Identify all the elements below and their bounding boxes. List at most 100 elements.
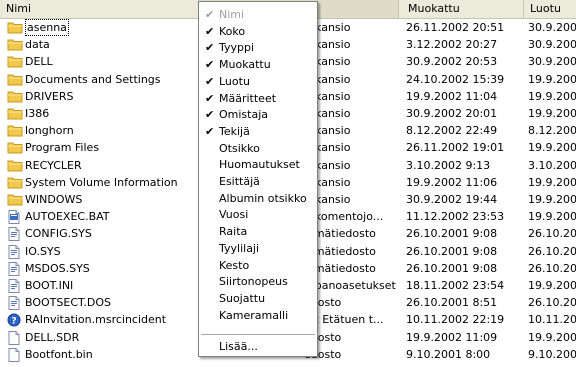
file-type: edosto [304,330,342,344]
file-name: DELL.SDR [25,330,80,344]
menu-item-column: ✔ Nimi [199,6,317,23]
menu-item-label: Tyyppi [219,41,255,55]
file-name: IO.SYS [25,244,61,258]
file-type: edosto [304,296,342,310]
file-created: 19.9.2002 [528,107,576,120]
menu-item-column[interactable]: ✔ Tyyppi [199,39,317,56]
file-name: CONFIG.SYS [25,227,92,241]
sys-file-icon [7,261,23,276]
menu-item-column[interactable]: Raita [199,223,317,240]
file-created: 19.9.2002 [528,175,576,189]
file-modified: 11.12.2002 23:53 [406,210,505,224]
file-modified: 26.11.2002 19:01 [406,141,505,155]
folder-icon [7,73,23,86]
file-created: 8.12.2002 [528,124,576,138]
file-type: S-komentojo... [304,210,384,224]
folder-icon [7,159,23,172]
menu-item-label: Siirtonopeus [219,275,288,289]
folder-icon [7,193,23,206]
file-type: elmätiedosto [304,261,376,275]
file-created: 19.9.2002 [528,193,576,206]
folder-icon [7,55,23,68]
column-header-created[interactable]: Luotu [524,0,576,18]
file-name: System Volume Information [25,175,178,189]
file-name: I386 [25,107,50,120]
menu-item-label: Huomautukset [219,158,300,172]
file-name: RECYCLER [25,158,82,172]
menu-item-label: Kameramalli [219,308,289,322]
menu-item-column[interactable]: Otsikko [199,140,317,157]
column-header-name[interactable]: Nimi [0,0,199,18]
checkmark-icon: ✔ [205,91,215,105]
file-modified: 26.11.2002 20:51 [406,21,505,34]
menu-item-label: Esittäjä [219,175,260,188]
file-name: DELL [25,55,53,69]
ini-file-icon [7,279,23,293]
file-type: tokansio [304,124,351,138]
menu-item-column[interactable]: ✔ Määritteet [199,90,317,107]
file-created: 26.10.2001 [528,296,576,310]
menu-item-label: Raita [219,225,248,239]
file-type: elmätiedosto [304,227,376,241]
file-name: Program Files [25,141,100,155]
menu-item-label: Otsikko [219,141,260,155]
menu-item-column[interactable]: ✔ Luotu [199,73,317,90]
file-name: longhorn [25,124,74,138]
file-type: tokansio [304,193,351,206]
checkmark-icon: ✔ [205,41,215,55]
file-type: tokansio [304,175,351,189]
menu-item-label: Määritteet [219,91,277,105]
file-name: WINDOWS [25,193,83,206]
file-modified: 3.12.2002 20:27 [406,38,498,52]
file-modified: 10.11.2002 22:19 [406,313,505,327]
menu-item-label: Omistaja [219,108,269,122]
checkmark-icon: ✔ [205,58,215,72]
menu-item-column[interactable]: Kesto [199,257,317,274]
column-header-modified[interactable]: Muokattu [402,0,524,18]
file-type: elmätiedosto [304,244,376,258]
menu-item-more[interactable]: Lisää... [199,338,317,355]
menu-item-column[interactable]: ✔ Omistaja [199,106,317,123]
file-name: BOOT.INI [25,279,74,292]
folder-icon [7,176,23,189]
file-created: 19.9.2002 [528,72,576,86]
folder-icon [7,90,23,103]
menu-item-column[interactable]: ✔ Muokattu [199,56,317,73]
menu-item-column[interactable]: Albumin otsikko [199,190,317,207]
menu-item-label: Suojattu [219,291,266,305]
file-created: 9.10.2001 [528,347,576,361]
folder-icon [7,38,23,51]
menu-item-column[interactable]: ✔ Tekijä [199,123,317,140]
file-modified: 9.10.2001 8:00 [406,347,491,361]
file-modified: 30.9.2002 19:44 [406,193,498,206]
file-type: tokansio [304,89,351,103]
file-type: tokansio [304,107,351,120]
file-created: 26.10.2001 [528,227,576,241]
file-modified: 26.10.2001 9:08 [406,261,498,275]
menu-item-column[interactable]: Suojattu [199,290,317,307]
file-name: BOOTSECT.DOS [25,296,112,310]
file-created: 19.9.2002 [528,89,576,103]
menu-item-label: Nimi [219,8,245,21]
file-type: mpanoasetukset [304,279,396,292]
file-modified: 30.9.2002 20:53 [406,55,498,69]
sys-file-icon [7,244,23,259]
menu-item-column[interactable]: Siirtonopeus [199,273,317,290]
column-chooser-menu: ✔ Nimi ✔ Koko ✔ Tyyppi ✔ Muokattu ✔ Luotu ✔ Määritt… [198,1,318,357]
file-modified: 26.10.2001 9:08 [406,244,498,258]
menu-item-column[interactable]: Vuosi [199,206,317,223]
menu-item-column[interactable]: Kameramalli [199,307,317,324]
file-created: 26.10.2001 [528,261,576,275]
menu-item-column[interactable]: Esittäjä [199,173,317,190]
file-modified: 8.12.2002 22:49 [406,124,498,138]
menu-item-column[interactable]: Huomautukset [199,156,317,173]
folder-icon [7,107,23,120]
file-created: 30.9.2002 [528,21,576,34]
file-modified: 26.10.2001 8:51 [406,296,498,310]
menu-item-column[interactable]: ✔ Koko [199,23,317,40]
file-created: 30.9.2002 [528,55,576,69]
menu-item-column[interactable]: Tyylilaji [199,240,317,257]
file-modified: 19.9.2002 11:09 [406,330,498,344]
file-name: DRIVERS [25,89,74,103]
menu-item-label: Luotu [219,74,250,88]
